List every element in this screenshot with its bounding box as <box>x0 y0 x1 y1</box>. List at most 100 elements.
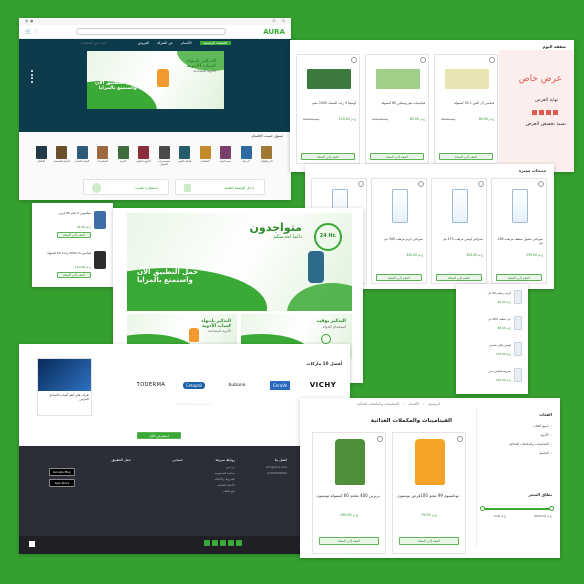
search-input[interactable]: ابحث عن المنتجات <box>76 28 226 45</box>
facebook-icon[interactable] <box>204 540 210 546</box>
add-to-cart-button[interactable]: اضف إلى السلة <box>301 153 355 160</box>
add-to-cart-button[interactable]: اضف إلى السلة <box>376 274 422 281</box>
category-image <box>138 146 149 159</box>
breadcrumb-item-3[interactable]: الفيتامينات والمكملات الغذائية <box>357 402 399 406</box>
side-product-item[interactable]: فيتامين د3 5000 وحدة 60 كبسولة 110.00 ج.م… <box>36 247 109 283</box>
add-to-cart-button[interactable]: اضف إلى السلة <box>370 153 424 160</box>
clock-icon: 24 Hr. <box>314 223 342 251</box>
footer-contact[interactable]: 01000000000 <box>239 471 287 475</box>
add-to-cart-button[interactable]: اضف إلى السلة <box>439 153 493 160</box>
listing-product-card[interactable]: بوتاسيوم 99 مجم 100قرص توبسون 75.00 ج.م اض… <box>392 432 466 554</box>
add-to-cart-button[interactable]: اضف إلى السلة <box>319 537 379 545</box>
price-slider[interactable] <box>480 506 554 511</box>
cart-icon[interactable]: 🛒 <box>25 29 31 35</box>
footer-link[interactable]: الأسئلة الشائعة <box>187 483 235 487</box>
featured-product-card[interactable]: سيرافي غسول منظف مرطب 236 مل 299.00 ج.م اض… <box>491 178 547 284</box>
instagram-icon[interactable] <box>220 540 226 546</box>
category-item[interactable]: الاجهزة الطبية <box>136 146 152 163</box>
category-item[interactable]: الأم والطفل <box>259 146 275 163</box>
view-all-button[interactable]: استعرض الكل <box>137 432 181 439</box>
chat-icon[interactable] <box>29 541 35 547</box>
offer-product-card[interactable]: أوميجا 3 زيت السمك 1000 مجم 120.00 ج.م 150… <box>296 54 360 164</box>
product-image <box>452 189 468 223</box>
featured-product-card[interactable]: سيرافي لوشن مرطب 473 مل 350.00 ج.م اضف إلى… <box>431 178 487 284</box>
footer-link[interactable]: سياسة الخصوصية <box>187 471 235 475</box>
wishlist-icon[interactable] <box>418 181 424 187</box>
carousel-dots[interactable] <box>31 70 33 83</box>
youtube-icon[interactable] <box>228 540 234 546</box>
listing-product-card[interactable]: بربرين 400 ملجم 60 كبسولة توبسون 190.00 ج… <box>312 432 386 554</box>
add-to-cart-button[interactable]: اضف إلى السلة <box>496 274 542 281</box>
wishlist-icon[interactable] <box>358 181 364 187</box>
price-slider-max-handle[interactable] <box>549 506 554 511</box>
price-slider-min-handle[interactable] <box>480 506 485 511</box>
breadcrumb-item-2[interactable]: الأقسام <box>408 402 419 406</box>
wishlist-icon[interactable] <box>457 436 463 442</box>
filter-item[interactable]: التجميل ‹ <box>509 451 552 455</box>
breadcrumb-item-1[interactable]: الرئيسية <box>428 402 440 406</box>
add-to-cart-button[interactable]: اضف إلى السلة <box>57 272 91 278</box>
twitter-icon[interactable] <box>212 540 218 546</box>
app-store-button[interactable]: App Store <box>49 479 75 487</box>
google-play-button[interactable]: Google Play <box>49 468 75 476</box>
filter-item[interactable]: جميع الفئات ‹ <box>509 424 552 428</box>
category-item[interactable]: الرعاية <box>238 146 254 163</box>
linkedin-icon[interactable] <box>236 540 242 546</box>
category-item[interactable]: الفيتامينات <box>95 146 111 163</box>
offer-product-card[interactable]: فيتامين ال اكس 1 30 كبسولة 60.00 ج.م 75.00… <box>434 54 498 164</box>
category-item[interactable]: صحة المرأة <box>218 146 234 163</box>
prescription-card[interactable]: ادخل الوصفة الطبية <box>175 179 265 195</box>
brand-logo[interactable]: bubano <box>217 374 257 396</box>
brand-logo[interactable]: TODERMA <box>131 374 171 396</box>
nav-item-about[interactable]: عن الشركة <box>157 41 173 45</box>
user-icon[interactable]: ● <box>30 19 33 23</box>
nav-item-offers[interactable]: العروض <box>138 41 149 45</box>
footer-contact[interactable]: info@aura.com <box>239 465 287 469</box>
wishlist-icon[interactable] <box>538 181 544 187</box>
hero-banner[interactable]: التذكير بانتهاء كميات الأدوية الأدوية ال… <box>87 51 224 109</box>
add-to-cart-button[interactable]: اضف إلى السلة <box>57 232 91 238</box>
nav-item-categories[interactable]: الأقسام <box>181 41 192 45</box>
small-list-item[interactable]: جل منظف 200 مل 88.00 ج.م <box>460 314 524 336</box>
wishlist-icon[interactable] <box>351 57 357 63</box>
wishlist-icon[interactable] <box>478 181 484 187</box>
logo[interactable]: AURA <box>263 28 285 36</box>
wishlist-icon[interactable] <box>420 57 426 63</box>
product-name: سيرافي كريم مرطب 340 جم <box>384 237 423 241</box>
footer-link[interactable]: من نحن <box>187 465 235 469</box>
footer-link[interactable]: الشروط والأحكام <box>187 477 235 481</box>
app-banner[interactable]: متواجدون دائما لخدمتكم 24 Hr. حمل التطبي… <box>127 213 352 311</box>
doctor-card[interactable]: استشارة طبيب <box>83 179 169 195</box>
flag-icon[interactable]: ▤ <box>25 19 28 23</box>
small-list-item[interactable]: كريم ترطيب 50 مل 45.00 ج.م <box>460 288 524 310</box>
wishlist-icon[interactable] <box>489 57 495 63</box>
filter-item[interactable]: الفيتامينات والمكملات الغذائية ‹ <box>509 442 552 446</box>
blog-card[interactable]: تعرف على أهم أسباب الصداع المزمن <box>37 358 92 416</box>
product-image <box>512 189 528 223</box>
add-to-cart-button[interactable]: اضف إلى السلة <box>399 537 459 545</box>
category-item[interactable]: العناية بالشعر <box>177 146 193 163</box>
wishlist-icon[interactable] <box>377 436 383 442</box>
product-name: فيتامين ال اكس 1 30 كبسولة <box>453 101 494 105</box>
category-item[interactable]: العناية بالبشرة <box>74 146 90 163</box>
category-item[interactable]: المكملات <box>197 146 213 163</box>
featured-product-card[interactable]: سيرافي كريم مرطب 340 جم 320.00 ج.م اضف إلى… <box>371 178 427 284</box>
brand-logo[interactable]: CeraVe <box>260 374 300 396</box>
category-item[interactable]: العناية الشخصية <box>54 146 70 163</box>
nav-item-home[interactable]: الصفحة الرئيسية <box>199 40 231 45</box>
newsletter-text: • • • • • • • • • • • • • • <box>176 402 211 406</box>
offer-product-card[interactable]: فيتامينات هير وسكين 60 كبسولة 85.00 ج.م 10… <box>365 54 429 164</box>
brand-logo[interactable]: VICHY <box>303 374 343 396</box>
category-item[interactable]: الادوية <box>115 146 131 163</box>
small-list-item[interactable]: لوشن واقي شمس 130.00 ج.م <box>460 340 524 362</box>
add-to-cart-button[interactable]: اضف إلى السلة <box>436 274 482 281</box>
product-image <box>514 368 522 382</box>
brand-logo[interactable]: Cetaphil <box>174 374 214 396</box>
small-list-item[interactable]: سيروم فيتامين سي 210.00 ج.م <box>460 366 524 388</box>
category-item[interactable]: مستحضرات التجميل <box>156 146 172 166</box>
category-item[interactable]: الاطفال <box>33 146 49 163</box>
footer-link[interactable]: تتبع الطلب <box>187 489 235 493</box>
heart-icon[interactable]: ♡ <box>34 29 38 35</box>
side-product-item[interactable]: ميلاتونين 5 مجم 60 قرص 95.00 ج.م اضف إلى ا… <box>36 207 109 243</box>
filter-item[interactable]: الأدوية ‹ <box>509 433 552 437</box>
